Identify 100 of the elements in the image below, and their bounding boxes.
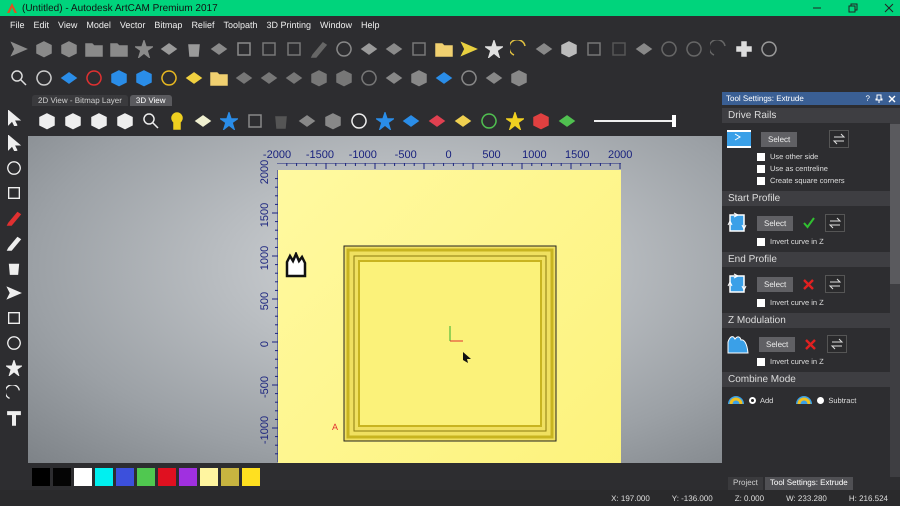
ruler-label: 2000 <box>259 158 271 186</box>
corner-label: A <box>332 422 338 432</box>
section-header: Drive Rails <box>722 108 890 123</box>
menu-item[interactable]: Toolpath <box>223 20 258 30</box>
swap-icon[interactable] <box>825 275 846 293</box>
window-title: (Untitled) - Autodesk ArtCAM Premium 2017 <box>22 2 219 14</box>
menu-item[interactable]: Window <box>320 20 352 30</box>
zoom-icon[interactable] <box>142 112 160 130</box>
profile-icon <box>727 273 747 295</box>
color-swatch[interactable] <box>179 468 197 486</box>
ruler-label: -500 <box>259 374 271 400</box>
restore-icon[interactable] <box>848 3 858 13</box>
ruler-label: 1000 <box>259 244 271 272</box>
relief-icon <box>795 395 814 405</box>
status-reading: Y: -136.000 <box>672 494 713 502</box>
select-button[interactable]: Select <box>761 132 798 146</box>
menu-item[interactable]: Help <box>361 20 380 30</box>
menu-item[interactable]: Model <box>86 20 111 30</box>
panel-tab[interactable]: Project <box>728 477 763 490</box>
menu-item[interactable]: View <box>58 20 78 30</box>
ruler-label: 1500 <box>259 202 271 230</box>
arc-icon[interactable] <box>510 40 528 58</box>
checkbox[interactable] <box>757 164 765 172</box>
circle-icon[interactable] <box>760 40 778 58</box>
circle-icon[interactable] <box>160 68 178 86</box>
scrollbar[interactable] <box>890 108 900 477</box>
radio-button[interactable] <box>817 396 824 404</box>
checkbox[interactable] <box>757 238 765 246</box>
radio-button[interactable] <box>749 396 756 404</box>
section-header: Combine Mode <box>722 372 890 387</box>
select-button[interactable]: Select <box>759 336 796 352</box>
color-swatch[interactable] <box>200 468 218 486</box>
color-swatch[interactable] <box>221 468 239 486</box>
view-tab[interactable]: 2D View - Bitmap Layer <box>32 95 128 106</box>
color-swatch[interactable] <box>95 468 113 486</box>
color-swatch[interactable] <box>74 468 92 486</box>
panel-tab[interactable]: Tool Settings: Extrude <box>764 477 853 490</box>
zoom-icon[interactable] <box>10 68 28 86</box>
section-header: Start Profile <box>722 191 890 206</box>
color-swatch[interactable] <box>32 468 50 486</box>
square-icon[interactable] <box>6 310 22 326</box>
star-icon[interactable] <box>376 112 394 130</box>
circle-icon[interactable] <box>480 112 498 130</box>
relief-icon <box>727 395 745 405</box>
section-header: Z Modulation <box>722 313 890 328</box>
arc-icon[interactable] <box>6 385 22 401</box>
cube-icon[interactable] <box>560 40 578 58</box>
square-icon[interactable] <box>6 185 22 201</box>
menu-item[interactable]: Bitmap <box>154 20 182 30</box>
star-icon[interactable] <box>135 40 153 58</box>
menu-item[interactable]: Relief <box>191 20 214 30</box>
color-swatch[interactable] <box>242 468 260 486</box>
section-header: End Profile <box>722 252 890 267</box>
logo-icon <box>6 2 18 14</box>
hand-cursor-icon <box>283 252 307 278</box>
ruler-label: -1000 <box>348 149 377 161</box>
star-icon[interactable] <box>220 112 238 130</box>
pointer-icon[interactable] <box>6 135 22 151</box>
ruler-label: 0 <box>446 149 452 161</box>
color-swatch[interactable] <box>137 468 155 486</box>
swap-icon[interactable] <box>825 214 846 232</box>
color-swatch[interactable] <box>116 468 134 486</box>
view-tab[interactable]: 3D View <box>130 95 172 106</box>
text-tool-icon[interactable] <box>6 410 22 426</box>
menu-item[interactable]: Edit <box>34 20 50 30</box>
swap-icon[interactable] <box>829 130 850 148</box>
ruler-label: 0 <box>259 340 271 350</box>
color-swatch[interactable] <box>158 468 176 486</box>
checkbox[interactable] <box>757 176 765 184</box>
ruler-label: 1000 <box>522 149 547 161</box>
chevron-icon[interactable] <box>460 40 478 58</box>
star-icon[interactable] <box>506 112 524 130</box>
select-button[interactable]: Select <box>757 216 794 230</box>
panel-title: Tool Settings: Extrude <box>726 94 805 103</box>
checkbox[interactable] <box>757 358 765 366</box>
select-button[interactable]: Select <box>757 276 794 292</box>
ruler-label: -1500 <box>306 149 334 161</box>
ruler-label: 500 <box>482 149 501 161</box>
cursor-icon <box>462 351 472 364</box>
menu-item[interactable]: Vector <box>120 20 146 30</box>
plus-icon[interactable] <box>735 40 753 58</box>
color-swatch[interactable] <box>53 468 71 486</box>
status-reading: Z: 0.000 <box>734 494 764 502</box>
checkbox[interactable] <box>757 298 765 306</box>
pin-icon[interactable] <box>875 94 883 103</box>
wave-shape-icon <box>727 334 749 354</box>
ruler-label: -500 <box>394 149 417 161</box>
status-reading: W: 233.280 <box>786 494 827 502</box>
pointer-icon[interactable] <box>6 110 22 126</box>
status-reading: X: 197.000 <box>611 494 650 502</box>
close-icon[interactable] <box>884 3 894 13</box>
swap-icon[interactable] <box>827 335 848 353</box>
ruler-label: 2000 <box>608 149 632 161</box>
menu-item[interactable]: 3D Printing <box>266 20 312 30</box>
menu-item[interactable]: File <box>10 20 25 30</box>
help-button[interactable]: ? <box>866 94 870 103</box>
ruler-label: -1000 <box>259 414 271 446</box>
profile-icon <box>727 212 747 234</box>
rails-icon <box>727 129 751 149</box>
checkbox[interactable] <box>757 152 765 160</box>
